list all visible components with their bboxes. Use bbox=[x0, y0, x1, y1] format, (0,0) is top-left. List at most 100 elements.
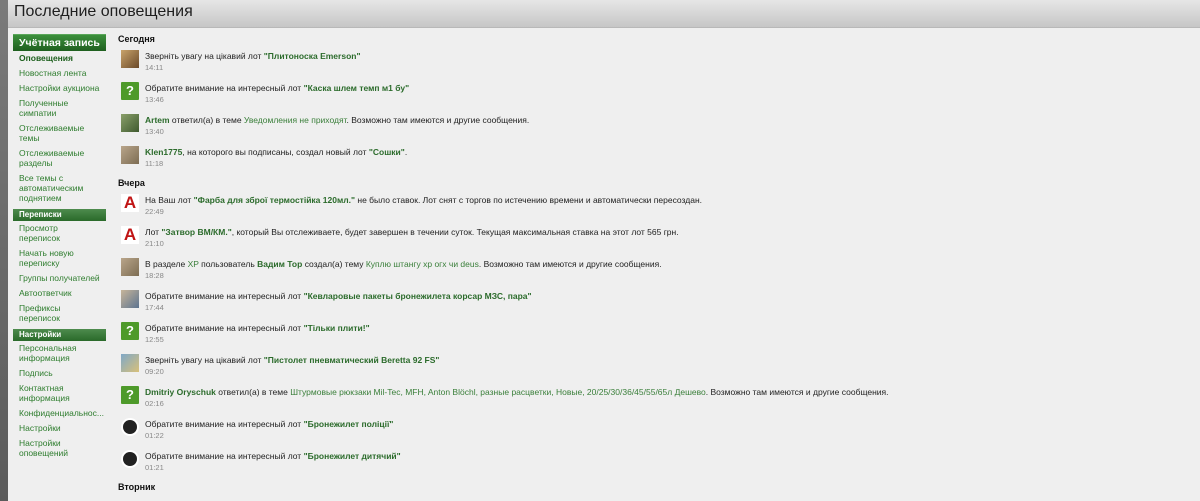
alert-time: 09:20 bbox=[145, 367, 164, 376]
user-link[interactable]: Klen1775 bbox=[145, 147, 182, 157]
alert-time: 21:10 bbox=[145, 239, 164, 248]
sidebar-item-auction-settings[interactable]: Настройки аукциона bbox=[13, 81, 106, 96]
day-heading-yesterday: Вчера bbox=[118, 178, 145, 188]
alert-item[interactable]: ? Dmitriy Oryschuk ответил(а) в теме Шту… bbox=[117, 386, 1197, 410]
sidebar-item-news-feed[interactable]: Новостная лента bbox=[13, 66, 106, 81]
question-avatar-icon[interactable]: ? bbox=[121, 386, 139, 404]
sidebar-item-conversation-prefixes[interactable]: Префиксы переписок bbox=[13, 301, 106, 326]
forum-link[interactable]: XP bbox=[188, 259, 199, 269]
sidebar-item-contact-info[interactable]: Контактная информация bbox=[13, 381, 106, 406]
thread-link[interactable]: Уведомления не приходят bbox=[244, 115, 347, 125]
alert-item[interactable]: Klen1775, на которого вы подписаны, созд… bbox=[117, 146, 1197, 170]
auction-a-icon[interactable]: A bbox=[121, 226, 139, 244]
sidebar-item-signature[interactable]: Подпись bbox=[13, 366, 106, 381]
avatar[interactable] bbox=[121, 146, 139, 164]
avatar[interactable] bbox=[121, 450, 139, 468]
alert-text: . Возможно там имеются и другие сообщени… bbox=[705, 387, 889, 397]
alert-text: Обратите внимание на интересный лот bbox=[145, 83, 304, 93]
alert-text: В разделе bbox=[145, 259, 188, 269]
lot-link[interactable]: "Кевларовые пакеты бронежилета корсар МЗ… bbox=[304, 291, 532, 301]
lot-link[interactable]: "Плитоноска Emerson" bbox=[264, 51, 361, 61]
lot-link[interactable]: "Тільки плити!" bbox=[304, 323, 370, 333]
alert-text: , на которого вы подписаны, создал новый… bbox=[182, 147, 369, 157]
sidebar-conversations-heading: Переписки bbox=[13, 209, 106, 221]
alert-item[interactable]: Обратите внимание на интересный лот "Бро… bbox=[117, 418, 1197, 442]
alert-item[interactable]: Зверніть увагу на цікавий лот "Плитоноск… bbox=[117, 50, 1197, 74]
page-title: Последние оповещения bbox=[14, 3, 193, 20]
day-heading-tuesday: Вторник bbox=[118, 482, 156, 492]
alert-time: 02:16 bbox=[145, 399, 164, 408]
alert-item[interactable]: Обратите внимание на интересный лот "Бро… bbox=[117, 450, 1197, 474]
user-link[interactable]: Вадим Тор bbox=[257, 259, 302, 269]
alert-text: Зверніть увагу на цікавий лот bbox=[145, 51, 264, 61]
sidebar-item-start-conversation[interactable]: Начать новую переписку bbox=[13, 246, 106, 271]
alert-time: 22:49 bbox=[145, 207, 164, 216]
lot-link[interactable]: "Сошки" bbox=[369, 147, 405, 157]
thread-link[interactable]: Штурмовые рюкзаки Mil-Tec, MFH, Anton Bl… bbox=[290, 387, 706, 397]
alert-item[interactable]: ? Обратите внимание на интересный лот "Т… bbox=[117, 322, 1197, 346]
window-left-edge bbox=[0, 0, 8, 501]
sidebar-item-view-conversations[interactable]: Просмотр переписок bbox=[13, 221, 106, 246]
alert-item[interactable]: A Лот "Затвор ВМ/КМ.", который Вы отслеж… bbox=[117, 226, 1197, 250]
sidebar-item-recipient-groups[interactable]: Группы получателей bbox=[13, 271, 106, 286]
avatar[interactable] bbox=[121, 50, 139, 68]
alert-item[interactable]: ? Обратите внимание на интересный лот "К… bbox=[117, 82, 1197, 106]
sidebar-settings-heading: Настройки bbox=[13, 329, 106, 341]
user-link[interactable]: Artem bbox=[145, 115, 170, 125]
alert-time: 13:46 bbox=[145, 95, 164, 104]
alert-text: ответил(а) в теме bbox=[169, 115, 244, 125]
thread-link[interactable]: Куплю штангу хр огх чи deus bbox=[366, 259, 479, 269]
lot-link[interactable]: "Бронежилет поліції" bbox=[304, 419, 394, 429]
sidebar-item-auto-bump-threads[interactable]: Все темы с автоматическим поднятием bbox=[13, 171, 106, 206]
alerts-list: Сегодня Зверніть увагу на цікавий лот "П… bbox=[117, 34, 1197, 498]
alert-text: . bbox=[404, 147, 408, 157]
alert-text: Обратите внимание на интересный лот bbox=[145, 291, 304, 301]
avatar[interactable] bbox=[121, 258, 139, 276]
sidebar-account-heading[interactable]: Учётная запись bbox=[13, 34, 106, 51]
avatar[interactable] bbox=[121, 354, 139, 372]
sidebar-item-alert-settings[interactable]: Настройки оповещений bbox=[13, 436, 106, 461]
alert-time: 01:21 bbox=[145, 463, 164, 472]
alert-item[interactable]: Зверніть увагу на цікавий лот "Пистолет … bbox=[117, 354, 1197, 378]
alert-time: 17:44 bbox=[145, 303, 164, 312]
sidebar-item-watched-threads[interactable]: Отслеживаемые темы bbox=[13, 121, 106, 146]
avatar[interactable] bbox=[121, 290, 139, 308]
user-link[interactable]: Dmitriy Oryschuk bbox=[145, 387, 216, 397]
alert-text: не было ставок. Лот снят с торгов по ист… bbox=[355, 195, 702, 205]
alert-text: Зверніть увагу на цікавий лот bbox=[145, 355, 264, 365]
alert-item[interactable]: В разделе XP пользователь Вадим Тор созд… bbox=[117, 258, 1197, 282]
sidebar-item-likes-received[interactable]: Полученные симпатии bbox=[13, 96, 106, 121]
lot-link[interactable]: "Бронежилет дитячий" bbox=[304, 451, 401, 461]
alert-text: Обратите внимание на интересный лот bbox=[145, 451, 304, 461]
sidebar-item-privacy[interactable]: Конфиденциальнос... bbox=[13, 406, 106, 421]
alert-time: 11:18 bbox=[145, 159, 164, 168]
alert-time: 14:11 bbox=[145, 63, 164, 72]
sidebar-item-watched-forums[interactable]: Отслеживаемые разделы bbox=[13, 146, 106, 171]
sidebar: Учётная запись Оповещения Новостная лент… bbox=[13, 34, 106, 461]
alert-text: Лот bbox=[145, 227, 162, 237]
lot-link[interactable]: "Фарба для зброї термостійка 120мл." bbox=[194, 195, 355, 205]
sidebar-item-alerts[interactable]: Оповещения bbox=[13, 51, 106, 66]
lot-link[interactable]: "Пистолет пневматический Beretta 92 FS" bbox=[264, 355, 440, 365]
alert-text: Обратите внимание на интересный лот bbox=[145, 419, 304, 429]
alert-item[interactable]: Artem ответил(а) в теме Уведомления не п… bbox=[117, 114, 1197, 138]
alert-item[interactable]: A На Ваш лот "Фарба для зброї термостійк… bbox=[117, 194, 1197, 218]
alert-text: . Возможно там имеются и другие сообщени… bbox=[478, 259, 662, 269]
alert-item[interactable]: Обратите внимание на интересный лот "Кев… bbox=[117, 290, 1197, 314]
lot-link[interactable]: "Каска шлем темп м1 бу" bbox=[304, 83, 410, 93]
avatar[interactable] bbox=[121, 418, 139, 436]
question-avatar-icon[interactable]: ? bbox=[121, 82, 139, 100]
auction-a-icon[interactable]: A bbox=[121, 194, 139, 212]
lot-link[interactable]: "Затвор ВМ/КМ." bbox=[161, 227, 231, 237]
alert-time: 18:28 bbox=[145, 271, 164, 280]
alert-text: создал(а) тему bbox=[302, 259, 366, 269]
alert-time: 13:40 bbox=[145, 127, 164, 136]
alert-time: 12:55 bbox=[145, 335, 164, 344]
alert-text: пользователь bbox=[198, 259, 258, 269]
alert-text: . Возможно там имеются и другие сообщени… bbox=[346, 115, 530, 125]
sidebar-item-autoresponder[interactable]: Автоответчик bbox=[13, 286, 106, 301]
sidebar-item-settings[interactable]: Настройки bbox=[13, 421, 106, 436]
sidebar-item-personal-info[interactable]: Персональная информация bbox=[13, 341, 106, 366]
question-avatar-icon[interactable]: ? bbox=[121, 322, 139, 340]
avatar[interactable] bbox=[121, 114, 139, 132]
